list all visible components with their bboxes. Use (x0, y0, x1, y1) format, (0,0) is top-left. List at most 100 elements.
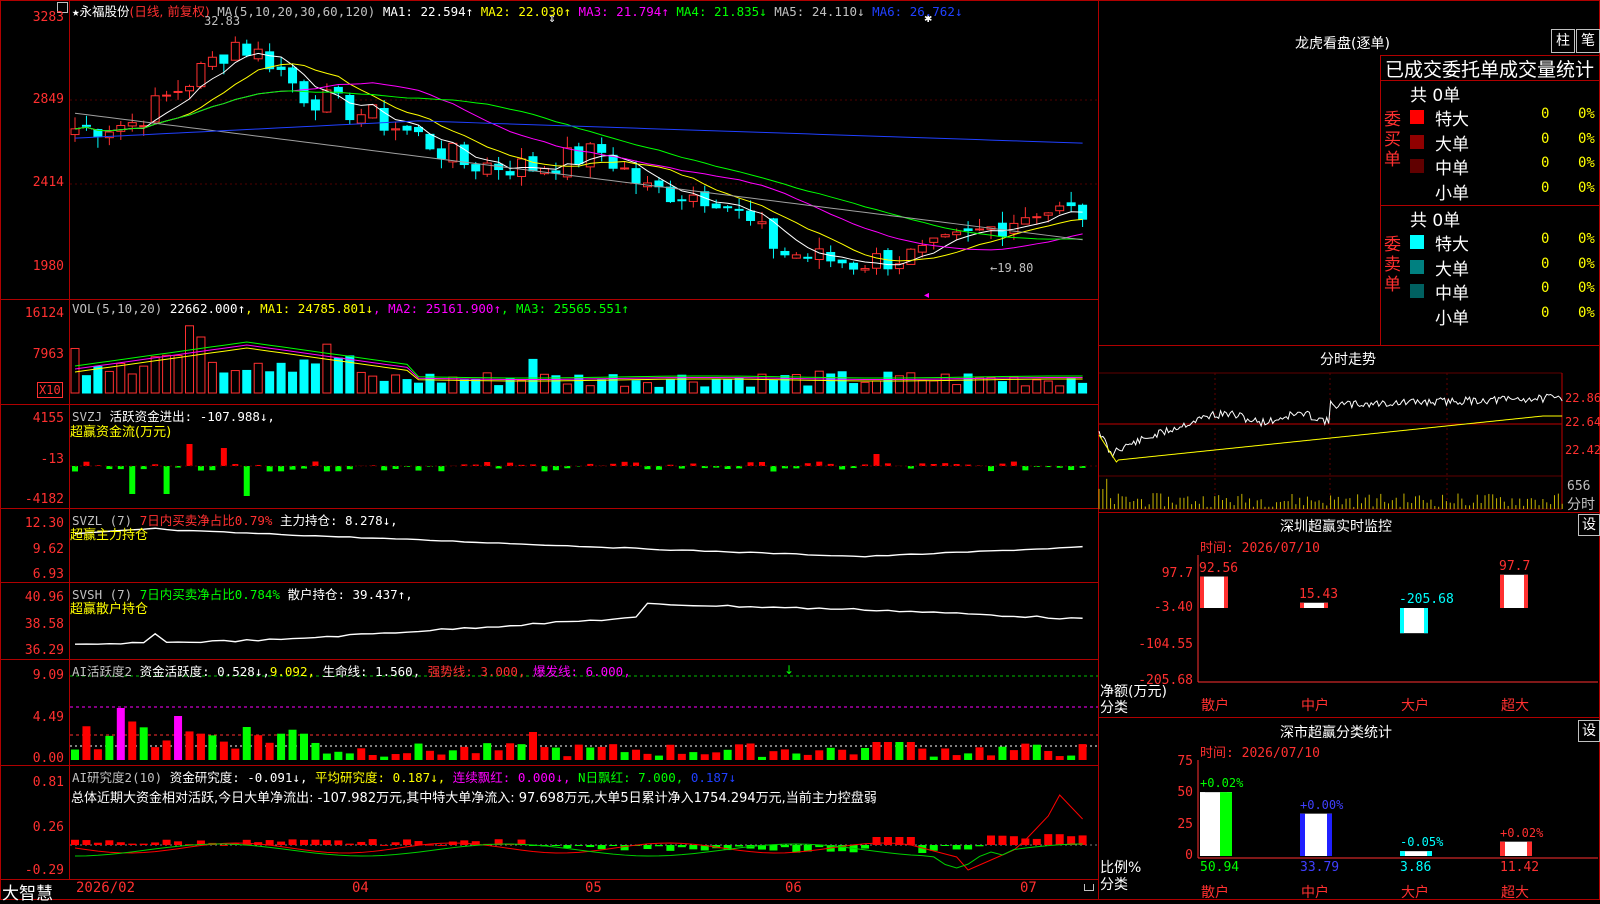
ai2-bar (346, 844, 354, 845)
ai1-bar (644, 754, 652, 760)
ai1-bar (964, 753, 972, 760)
svzj-bar (427, 466, 433, 467)
intraday-price-line (1099, 394, 1562, 456)
candlestick-chart[interactable]: ⇕✱◂↓ (0, 0, 1600, 900)
svzj-bar (759, 462, 765, 466)
svzj-bar (839, 466, 845, 469)
candle (472, 162, 480, 179)
candle (163, 91, 171, 102)
svzj-bar (129, 466, 135, 494)
volume-bar (518, 380, 526, 393)
ai1-bar (678, 754, 686, 760)
ai2-bar (151, 842, 159, 845)
svzj-bar (72, 466, 78, 471)
ai1-bar (426, 751, 434, 760)
ai2-bar (369, 839, 377, 845)
tick-mode-button[interactable]: 笔 (1576, 29, 1600, 53)
candle (735, 199, 743, 219)
candle (426, 134, 434, 150)
svzj-bar (198, 466, 204, 471)
candle (277, 57, 285, 77)
ai1-bar (861, 748, 869, 760)
ai2-bar (357, 842, 365, 845)
volume-bar (369, 376, 377, 393)
ai2-bar (1056, 834, 1064, 845)
volume-bar (1067, 379, 1075, 393)
ai2-bar (1010, 836, 1018, 845)
volume-bar (128, 374, 136, 393)
volume-bar (163, 355, 171, 393)
ai2-bar (609, 845, 617, 846)
ai1-bar (495, 750, 503, 760)
candle (689, 187, 697, 208)
candle (460, 142, 468, 169)
volume-bar (472, 380, 480, 393)
volume-bar (563, 384, 571, 393)
ai1-bar (575, 745, 583, 760)
candle (311, 95, 319, 120)
ai1-bar (907, 742, 915, 760)
svzj-bar (312, 462, 318, 466)
ai2-bar (403, 839, 411, 845)
candle (781, 248, 789, 258)
monitor-set-button[interactable]: 设 (1578, 514, 1600, 536)
ai1-bar (1067, 756, 1075, 760)
ai1-bar (392, 754, 400, 760)
monitor-bar (1500, 575, 1528, 608)
ai1-bar (380, 757, 388, 760)
ai1-bar (621, 752, 629, 760)
classify-set-button[interactable]: 设 (1578, 720, 1600, 742)
ai2-bar (117, 842, 125, 845)
ai2-bar (873, 837, 881, 845)
svzj-bar (290, 466, 296, 470)
candle (105, 126, 113, 146)
volume-bar (300, 360, 308, 393)
ai2-bar (380, 845, 388, 846)
ai1-bar (895, 742, 903, 760)
ai1-bar (266, 743, 274, 760)
volume-bar (998, 382, 1006, 393)
ai2-bar (987, 836, 995, 845)
bar-mode-button[interactable]: 柱 (1551, 29, 1575, 53)
ai1-bars (71, 708, 1087, 760)
volume-bar (586, 386, 594, 393)
svzj-bar (221, 448, 227, 466)
candle (884, 248, 892, 275)
candle (1021, 207, 1029, 224)
ai2-bar (575, 845, 583, 846)
ai1-bar (689, 752, 697, 760)
candle (563, 137, 571, 180)
volume-bar (323, 344, 331, 393)
volume-bar (689, 382, 697, 393)
volume-bar (758, 374, 766, 393)
volume-bar (621, 386, 629, 393)
ai2-bar (735, 845, 743, 847)
ai2-bar (266, 840, 274, 845)
ai2-bar (689, 845, 697, 849)
ai1-bar (747, 743, 755, 760)
ai1-bar (529, 732, 537, 760)
svzj-bar (553, 466, 559, 470)
volume-bar (220, 373, 228, 393)
candle (930, 238, 938, 250)
ai1-bar (243, 727, 251, 760)
volume-bar (483, 373, 491, 393)
ai1-bar (1079, 744, 1087, 760)
ai1-bar (518, 744, 526, 760)
candle (151, 87, 159, 122)
svsh-line (75, 603, 1083, 644)
ai1-bar (254, 735, 262, 760)
ai1-bar (346, 753, 354, 760)
ai1-bar (220, 742, 228, 760)
ai1-bar (1033, 745, 1041, 760)
ai2-bar (941, 845, 949, 846)
ai2-bar (174, 841, 182, 845)
volume-bar (644, 383, 652, 393)
ai1-bar (884, 742, 892, 760)
candle (747, 200, 755, 225)
ai1-bar (208, 735, 216, 760)
ai1-bar (598, 747, 606, 760)
volume-bar (117, 363, 125, 393)
ma-line-5 (75, 113, 1083, 240)
ai1-bar (540, 747, 548, 760)
